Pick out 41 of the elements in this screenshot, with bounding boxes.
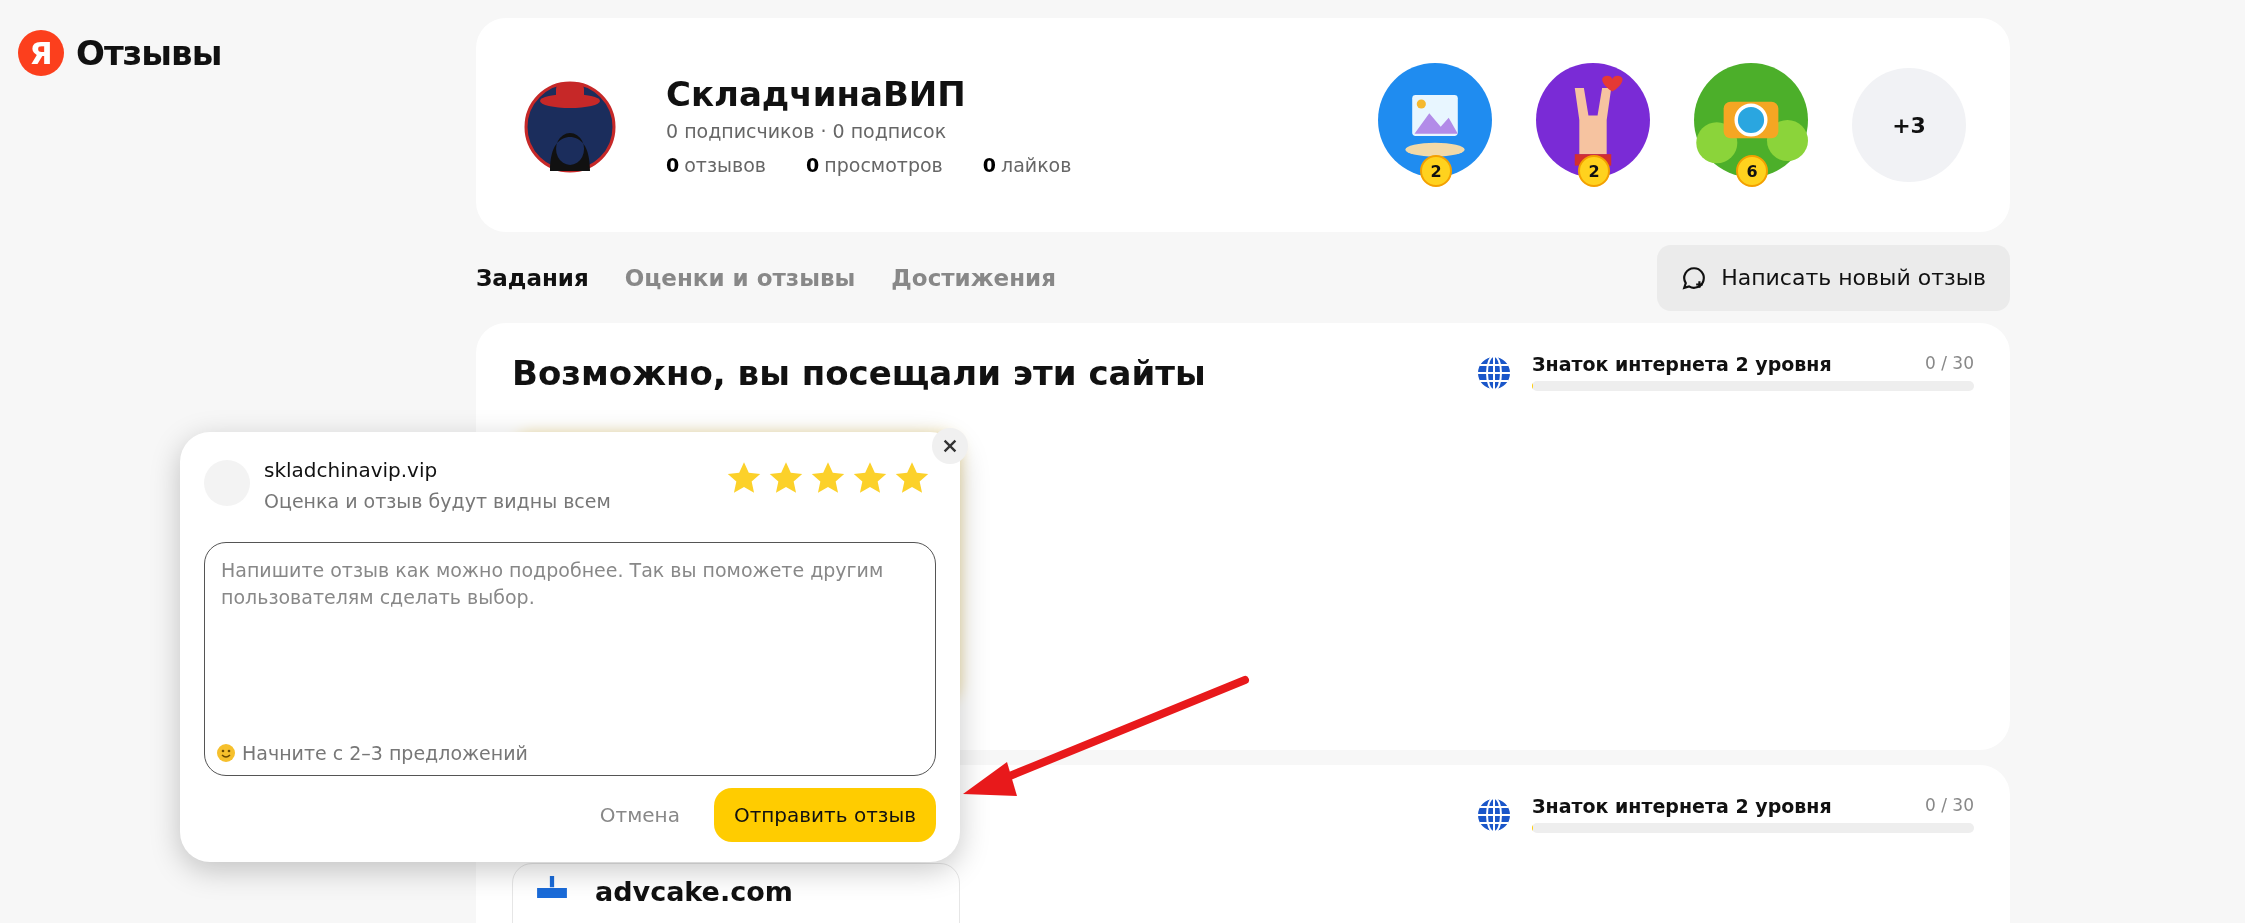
follow-counts[interactable]: 0 подписчиков · 0 подписок bbox=[666, 120, 1378, 142]
cancel-button[interactable]: Отмена bbox=[593, 802, 686, 828]
submit-review-button[interactable]: Отправить отзыв bbox=[713, 788, 936, 842]
stat-label: отзывов bbox=[684, 154, 767, 176]
goal-progress-text: 0 / 30 bbox=[1925, 795, 1974, 817]
stat-label: просмотров bbox=[824, 154, 943, 176]
stat-label: лайков bbox=[1001, 154, 1072, 176]
site-logo-icon bbox=[537, 876, 567, 898]
visibility-note: Оценка и отзыв будут видны всем bbox=[264, 490, 612, 512]
goal-progress-text: 0 / 30 bbox=[1925, 353, 1974, 375]
site-name: skladchinavip.vip bbox=[264, 458, 439, 482]
hand-gesture-award-icon[interactable] bbox=[1536, 63, 1650, 177]
site-card[interactable]: advcake.com bbox=[512, 863, 960, 923]
star-icon[interactable] bbox=[810, 460, 846, 496]
logo-icon[interactable]: Я bbox=[18, 30, 64, 76]
award-level-badge: 2 bbox=[1578, 155, 1610, 187]
star-icon[interactable] bbox=[768, 460, 804, 496]
award-level-badge: 6 bbox=[1736, 155, 1768, 187]
close-icon bbox=[941, 437, 959, 455]
star-icon[interactable] bbox=[726, 460, 762, 496]
tab[interactable]: Задания bbox=[476, 264, 589, 291]
logo-text[interactable]: Отзывы bbox=[76, 33, 222, 73]
stat-value: 0 bbox=[666, 154, 680, 176]
more-awards-button[interactable]: +3 bbox=[1852, 68, 1966, 182]
stat-value: 0 bbox=[982, 154, 996, 176]
camera-award-icon[interactable] bbox=[1694, 63, 1808, 177]
star-rating[interactable] bbox=[726, 460, 930, 496]
star-icon[interactable] bbox=[852, 460, 888, 496]
site-name: advcake.com bbox=[595, 876, 793, 907]
hint-text: Начните с 2–3 предложений bbox=[242, 742, 528, 764]
card-title: Возможно, вы посещали эти сайты bbox=[512, 353, 1206, 393]
picture-award-icon[interactable] bbox=[1378, 63, 1492, 177]
smiley-icon bbox=[216, 743, 236, 763]
goal-title: Знаток интернета 2 уровня bbox=[1532, 795, 1832, 817]
profile-name: СкладчинаВИП bbox=[666, 74, 967, 114]
add-comment-icon bbox=[1681, 264, 1708, 291]
award-level-badge: 2 bbox=[1420, 155, 1452, 187]
goal-title: Знаток интернета 2 уровня bbox=[1532, 353, 1832, 375]
stat-value: 0 bbox=[806, 154, 820, 176]
star-icon[interactable] bbox=[894, 460, 930, 496]
new-review-button[interactable]: Написать новый отзыв bbox=[1657, 244, 2010, 311]
